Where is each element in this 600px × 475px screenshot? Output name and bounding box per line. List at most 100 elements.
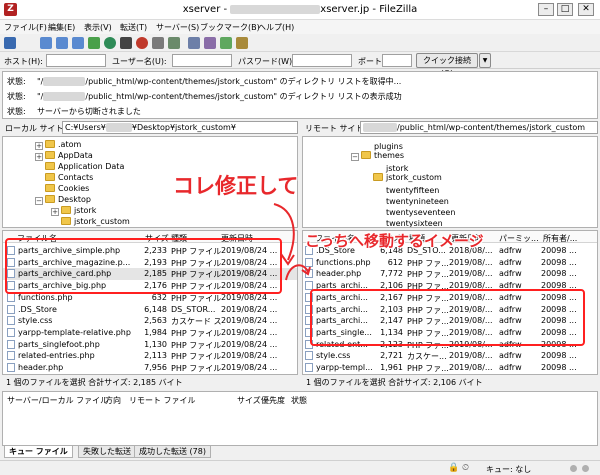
tab-successful-transfers[interactable]: 成功した転送 (78) (134, 446, 211, 458)
menu-bar: ファイル(F) 編集(E) 表示(V) 転送(T) サーバー(S) ブックマーク… (0, 20, 600, 34)
table-row[interactable]: style.css 2,721 カスケー... 2019/08/... adfrw 200… (303, 350, 597, 362)
local-site-label: ローカル サイト: (5, 124, 67, 133)
table-row[interactable]: header.php 7,772 PHP ファ... 2019/08/... adfrw… (303, 268, 597, 280)
port-input[interactable] (382, 54, 412, 67)
user-label: ユーザー名(U): (112, 57, 167, 66)
disconnect-icon[interactable] (152, 37, 164, 49)
lock-icon: 🔒 (448, 463, 460, 473)
cell-size: 1,130 (144, 339, 167, 349)
cell-modified: 2019/08/24 ... (221, 339, 278, 349)
table-row[interactable]: functions.php 612 PHP ファ... 2019/08/... adfr… (303, 257, 597, 269)
cell-type: カスケー... (407, 352, 447, 362)
speed-limit-icon[interactable]: ⏲ (462, 463, 469, 473)
queue-col-status[interactable]: 状態 (291, 395, 307, 406)
compare-icon[interactable] (204, 37, 216, 49)
col-owner[interactable]: 所有者/... (543, 233, 577, 244)
table-row[interactable]: header.php 7,956 PHP ファイル 2019/08/24 ... (3, 362, 297, 374)
cell-owner: 20098 ... (541, 351, 577, 361)
table-row[interactable]: parts_singlefoot.php 1,130 PHP ファイル 2019/08… (3, 339, 297, 351)
sync-browse-icon[interactable] (220, 37, 232, 49)
process-queue-icon[interactable] (120, 37, 132, 49)
refresh-icon[interactable] (104, 37, 116, 49)
menu-transfer[interactable]: 転送(T) (120, 22, 147, 33)
cell-perm: adfrw (499, 363, 522, 372)
log-row: 状態: "//public_html/wp-content/themes/jsto… (7, 77, 402, 86)
folder-icon (45, 140, 55, 148)
table-row[interactable]: style.css 2,563 カスケード スタ...2019/08/24 ... (3, 315, 297, 327)
expand-toggle-icon[interactable]: − (351, 153, 359, 161)
close-button[interactable]: ✕ (578, 3, 594, 16)
tab-failed-transfers[interactable]: 失敗した転送 (78, 446, 136, 458)
cell-name: functions.php (7, 292, 137, 302)
cell-name: header.php (305, 269, 373, 279)
user-input[interactable] (172, 54, 232, 67)
unknown-folder-icon (373, 184, 383, 193)
tree-item[interactable]: twentysixteen (363, 217, 443, 227)
expand-toggle-icon[interactable]: + (35, 142, 43, 150)
toolbar (0, 34, 600, 52)
cell-type: PHP ファ... (407, 258, 449, 268)
toggle-queue-icon[interactable] (88, 37, 100, 49)
col-permissions[interactable]: パーミッ... (499, 233, 539, 244)
table-row[interactable]: .DS_Store 6,148 DS_STOR... 2019/08/24 ... (3, 304, 297, 316)
quickconnect-button[interactable]: クイック接続(Q) (416, 53, 478, 78)
toggle-local-tree-icon[interactable] (56, 37, 68, 49)
tree-item-label: themes (374, 151, 405, 160)
menu-help[interactable]: ヘルプ(H) (258, 22, 294, 33)
expand-toggle-icon[interactable]: − (35, 197, 43, 205)
queue-col-local[interactable]: サーバー/ローカル ファイル (7, 395, 108, 406)
tree-item-label: jstork (74, 206, 97, 215)
remote-directory-tree: plugins − themes jstork jstork_custom twentyf… (302, 136, 598, 228)
queue-col-remote[interactable]: リモート ファイル (129, 395, 196, 406)
quickconnect-dropdown[interactable]: ▼ (479, 53, 491, 68)
menu-bookmark[interactable]: ブックマーク(B) (200, 22, 260, 33)
folder-icon (45, 195, 55, 203)
toggle-remote-tree-icon[interactable] (72, 37, 84, 49)
table-row[interactable]: related-entries.php 2,113 PHP ファイル 2019/08/… (3, 350, 297, 362)
search-icon[interactable] (236, 37, 248, 49)
password-input[interactable] (292, 54, 352, 67)
expand-toggle-icon[interactable]: + (35, 153, 43, 161)
cell-size: 2,563 (144, 316, 167, 326)
cell-type: PHP ファイル (171, 293, 221, 303)
redacted-user (43, 77, 86, 86)
tree-item-label: jstork_custom (74, 217, 130, 226)
menu-file[interactable]: ファイル(F) (4, 22, 47, 33)
file-icon (7, 316, 15, 326)
tree-item-label: twentynineteen (386, 197, 449, 206)
password-label: パスワード(W): (238, 57, 295, 66)
menu-view[interactable]: 表示(V) (84, 22, 112, 33)
local-site-input[interactable]: C:¥Users¥ ¥Desktop¥jstork_custom¥ (62, 121, 298, 134)
table-row[interactable]: yarpp-template-relative.php 1,984 PHP ファイル… (3, 327, 297, 339)
host-input[interactable] (46, 54, 106, 67)
cell-modified: 2019/08/... (449, 351, 493, 361)
queue-col-priority[interactable]: 優先度 (261, 395, 285, 406)
remote-site-input[interactable]: /public_html/wp-content/themes/jstork_cu… (360, 121, 598, 134)
tree-item[interactable]: jstork_custom (51, 217, 130, 227)
cell-owner: 20098 ... (541, 257, 577, 267)
cancel-icon[interactable] (136, 37, 148, 49)
cell-owner: 20098 ... (541, 246, 577, 255)
reconnect-icon[interactable] (168, 37, 180, 49)
queue-col-size[interactable]: サイズ (237, 395, 261, 406)
cell-size: 2,113 (144, 351, 167, 361)
unknown-folder-icon (373, 195, 383, 204)
annotation-fix-this: コレ修正して (173, 174, 299, 198)
menu-edit[interactable]: 編集(E) (48, 22, 75, 33)
cell-type: PHP ファイル (171, 340, 221, 350)
folder-icon (45, 173, 55, 181)
folder-icon (45, 162, 55, 170)
cell-name: header.php (7, 363, 137, 372)
toggle-log-icon[interactable] (40, 37, 52, 49)
maximize-button[interactable]: □ (557, 3, 573, 16)
table-row[interactable]: yarpp-templ... 1,961 PHP ファ... 2019/08/... a… (303, 362, 597, 374)
site-manager-icon[interactable] (4, 37, 16, 49)
menu-server[interactable]: サーバー(S) (156, 22, 199, 33)
tab-queued-files[interactable]: キュー ファイル (4, 446, 73, 458)
filter-icon[interactable] (188, 37, 200, 49)
minimize-button[interactable]: – (538, 3, 554, 16)
redacted-user (363, 123, 397, 132)
local-site-bar: ローカル サイト: C:¥Users¥ ¥Desktop¥jstork_custo… (2, 121, 298, 135)
queue-col-direction[interactable]: 方向 (105, 395, 121, 406)
expand-toggle-icon[interactable]: + (51, 208, 59, 216)
